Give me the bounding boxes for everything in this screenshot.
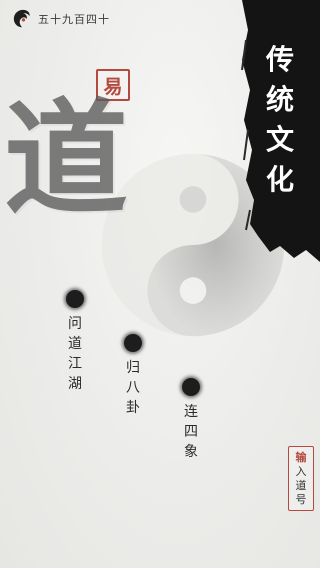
label-char: 归 bbox=[126, 360, 140, 376]
label-char: 江 bbox=[68, 356, 82, 372]
button-char: 入 bbox=[295, 465, 307, 478]
menu-item-gui-bagua[interactable]: 归 八 卦 bbox=[124, 334, 142, 418]
banner-title-char: 统 bbox=[265, 83, 294, 116]
label-char: 象 bbox=[184, 444, 198, 460]
ink-dot-icon bbox=[124, 334, 142, 352]
counter-text: 五十九百四十 bbox=[38, 13, 110, 26]
label-char: 八 bbox=[126, 380, 140, 396]
label-char: 四 bbox=[184, 424, 198, 440]
dao-watermark: 道 bbox=[4, 87, 128, 232]
menu-item-label: 归 八 卦 bbox=[126, 358, 140, 418]
menu-item-label: 连 四 象 bbox=[184, 402, 198, 462]
button-char: 号 bbox=[295, 493, 307, 506]
label-char: 问 bbox=[68, 316, 82, 332]
brush-swirl-icon bbox=[12, 8, 34, 30]
ink-dot-icon bbox=[182, 378, 200, 396]
ink-dot-icon bbox=[66, 290, 84, 308]
banner-title-char: 文 bbox=[265, 123, 294, 156]
menu-item-label: 问 道 江 湖 bbox=[68, 314, 82, 394]
button-char: 输 bbox=[295, 451, 307, 464]
banner-title: 传 统 文 化 bbox=[256, 40, 304, 200]
banner-title-char: 化 bbox=[265, 163, 294, 196]
menu-item-lian-sixiang[interactable]: 连 四 象 bbox=[182, 378, 200, 462]
label-char: 卦 bbox=[126, 400, 140, 416]
home-screen: 五十九百四十 易 道 传 统 文 化 问 道 江 湖 归 八 卦 连 四 象 输… bbox=[0, 0, 320, 568]
input-dao-name-button[interactable]: 输 入 道 号 bbox=[288, 446, 314, 511]
label-char: 连 bbox=[184, 404, 198, 420]
button-char: 道 bbox=[295, 479, 307, 492]
label-char: 湖 bbox=[68, 376, 82, 392]
menu-item-wendao-jianghu[interactable]: 问 道 江 湖 bbox=[66, 290, 84, 394]
header-badge: 五十九百四十 bbox=[12, 8, 110, 30]
label-char: 道 bbox=[68, 336, 82, 352]
banner-title-char: 传 bbox=[265, 43, 294, 76]
